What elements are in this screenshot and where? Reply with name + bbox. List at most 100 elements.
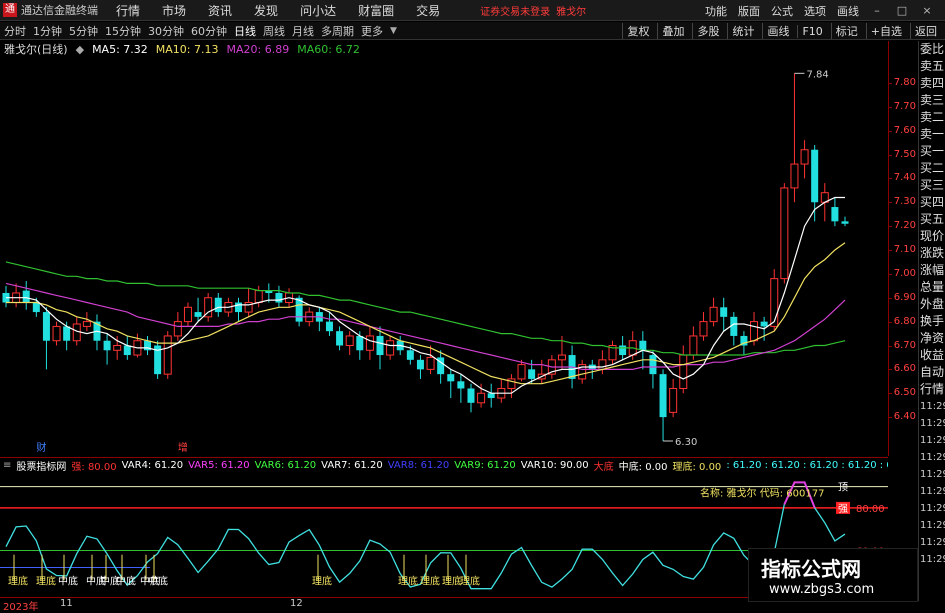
indicator-value: 中底: 0.00 <box>618 461 668 473</box>
ma-legend: 雅戈尔(日线) ◆ MA5: 7.32 MA10: 7.13 MA20: 6.8… <box>4 41 368 57</box>
draw-line-button[interactable]: 画线 <box>762 23 789 39</box>
period-daily[interactable]: 日线 <box>234 23 256 39</box>
add-watchlist-button[interactable]: +自选 <box>865 23 902 39</box>
menu-options[interactable]: 选项 <box>804 3 826 19</box>
quote-field-label[interactable]: 净资 <box>919 330 945 347</box>
period-weekly[interactable]: 周线 <box>263 23 285 39</box>
login-status[interactable]: 证券交易未登录 <box>480 3 550 18</box>
tick-time: 11:29 <box>920 554 945 565</box>
period-multi[interactable]: 多周期 <box>321 23 354 39</box>
quote-field-label[interactable]: 换手 <box>919 313 945 330</box>
period-15min[interactable]: 15分钟 <box>105 23 141 39</box>
period-intraday[interactable]: 分时 <box>4 23 26 39</box>
menu-news[interactable]: 资讯 <box>208 2 232 19</box>
menu-trade[interactable]: 交易 <box>416 2 440 19</box>
year-label: 2023年 <box>3 602 39 613</box>
candle-body <box>760 321 768 327</box>
quote-field-label[interactable]: 行情 <box>919 381 945 398</box>
quote-field-label[interactable]: 委比 <box>919 41 945 58</box>
app-logo-icon: 通 <box>3 3 17 17</box>
candle-body <box>254 290 263 304</box>
quote-field-label[interactable]: 卖四 <box>919 75 945 92</box>
price-tick-mark <box>889 106 892 108</box>
tick-time: 11:29 <box>920 537 945 548</box>
stats-button[interactable]: 统计 <box>727 23 754 39</box>
price-tick-mark <box>889 130 892 132</box>
quote-field-label[interactable]: 外盘 <box>919 296 945 313</box>
menu-layout[interactable]: 版面 <box>738 3 760 19</box>
menu-discover[interactable]: 发现 <box>254 2 278 19</box>
mark-button[interactable]: 标记 <box>830 23 858 39</box>
price-tick: 6.50 <box>893 387 916 399</box>
quote-field-label[interactable]: 买一 <box>919 143 945 160</box>
indicator-value: VAR8: 61.20 <box>387 459 450 471</box>
quote-field-label[interactable]: 买四 <box>919 194 945 211</box>
maximize-icon[interactable]: □ <box>895 4 909 17</box>
multi-stock-button[interactable]: 多股 <box>692 23 719 39</box>
period-1min[interactable]: 1分钟 <box>33 23 62 39</box>
title-bar: 通 通达信金融终端 行情 市场 资讯 发现 问小达 财富圈 交易 证券交易未登录… <box>0 0 945 21</box>
price-tick: 6.60 <box>893 363 916 375</box>
quote-field-label[interactable]: 涨跌 <box>919 245 945 262</box>
quote-field-label[interactable]: 买二 <box>919 160 945 177</box>
bottom-signal-label: 理底 <box>36 574 56 587</box>
candle-body <box>598 359 607 370</box>
bottom-signal-label: 理底 <box>420 574 440 587</box>
price-tick-mark <box>889 154 892 156</box>
chevron-down-icon[interactable]: ▼ <box>390 26 397 36</box>
candle-body <box>467 388 475 403</box>
indicator-value: VAR10: 90.00 <box>520 459 589 471</box>
menu-ask[interactable]: 问小达 <box>300 2 336 19</box>
f10-button[interactable]: F10 <box>797 24 823 38</box>
candle-body <box>123 345 131 356</box>
price-tick: 7.50 <box>893 148 916 160</box>
indicator-value: VAR9: 61.20 <box>454 459 516 471</box>
quote-field-label[interactable]: 卖三 <box>919 92 945 109</box>
period-toolbar: 分时 1分钟 5分钟 15分钟 30分钟 60分钟 日线 周线 月线 多周期 更… <box>0 22 945 40</box>
overlay-button[interactable]: 叠加 <box>657 23 684 39</box>
candle-body <box>234 302 242 313</box>
period-5min[interactable]: 5分钟 <box>69 23 98 39</box>
indicator-value: 理底: 0.00 <box>672 461 722 473</box>
close-icon[interactable]: × <box>920 4 934 17</box>
menu-function[interactable]: 功能 <box>705 3 727 19</box>
ma-settings-icon[interactable]: ◆ <box>76 43 84 56</box>
minimize-icon[interactable]: – <box>870 4 884 17</box>
back-button[interactable]: 返回 <box>910 23 937 39</box>
candle-body <box>365 335 374 351</box>
quote-field-label[interactable]: 收益 <box>919 347 945 364</box>
quote-field-label[interactable]: 总量 <box>919 279 945 296</box>
ma5-line <box>6 196 845 394</box>
period-monthly[interactable]: 月线 <box>292 23 314 39</box>
indicator-menu-icon[interactable]: ≡ <box>3 460 11 471</box>
menu-wealth[interactable]: 财富圈 <box>358 2 394 19</box>
candle-body <box>790 163 799 189</box>
price-tick-mark <box>889 393 892 395</box>
quote-field-label[interactable]: 卖二 <box>919 109 945 126</box>
adjust-button[interactable]: 复权 <box>622 23 649 39</box>
quote-field-label[interactable]: 买三 <box>919 177 945 194</box>
strong-zone-label: 强 <box>838 503 848 515</box>
quote-field-label[interactable]: 涨幅 <box>919 262 945 279</box>
candle-body <box>42 312 50 341</box>
quote-field-label[interactable]: 买五 <box>919 211 945 228</box>
period-60min[interactable]: 60分钟 <box>191 23 227 39</box>
menu-quotes[interactable]: 行情 <box>116 2 140 19</box>
candle-body <box>770 278 779 327</box>
menu-formula[interactable]: 公式 <box>771 3 793 19</box>
candle-body <box>376 335 384 356</box>
indicator-title[interactable]: 股票指标网 <box>16 458 66 473</box>
quote-field-label[interactable]: 现价 <box>919 228 945 245</box>
period-30min[interactable]: 30分钟 <box>148 23 184 39</box>
bottom-signal-label: 理底 <box>398 574 418 587</box>
period-more[interactable]: 更多 <box>361 23 383 39</box>
indicator-value: 大底 <box>593 461 614 473</box>
price-tick: 6.70 <box>893 339 916 351</box>
quote-field-label[interactable]: 自动 <box>919 364 945 381</box>
quote-field-label[interactable]: 卖一 <box>919 126 945 143</box>
kline-chart[interactable]: 7.84 6.30 财 增 <box>0 41 888 456</box>
menu-draw[interactable]: 画线 <box>837 3 859 19</box>
quote-field-label[interactable]: 卖五 <box>919 58 945 75</box>
indicator-value: VAR7: 61.20 <box>321 459 383 471</box>
menu-market[interactable]: 市场 <box>162 2 186 19</box>
